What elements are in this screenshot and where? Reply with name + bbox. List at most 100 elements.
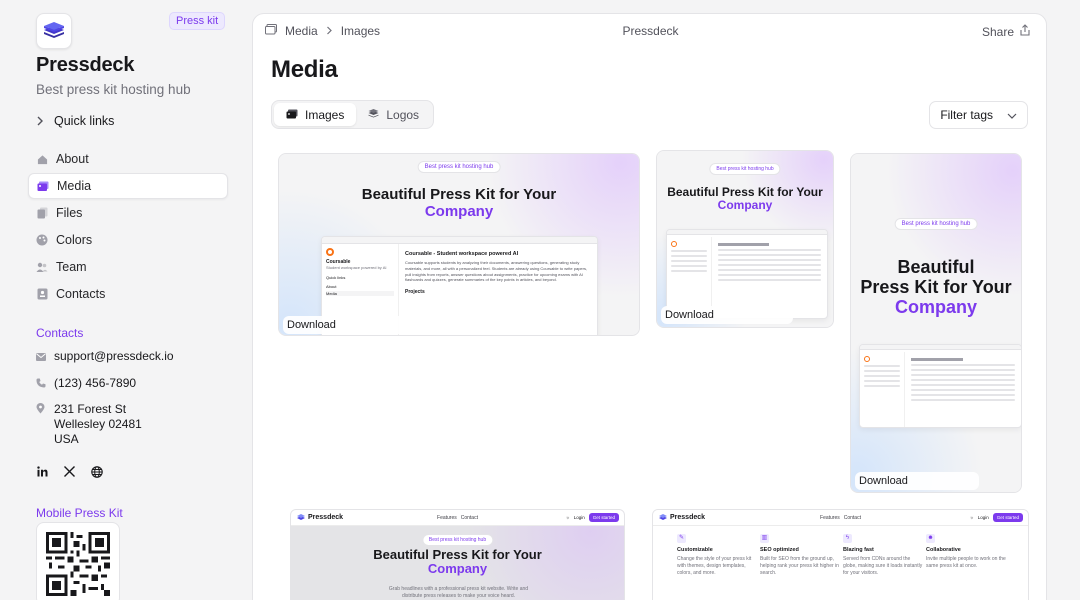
- contacts-heading: Contacts: [36, 326, 84, 340]
- feature-collaborative: ☻ Collaborative Invite multiple people t…: [926, 534, 1008, 570]
- main-panel: Media Images Pressdeck Share Media Image…: [252, 13, 1047, 600]
- feature-title: Collaborative: [926, 547, 961, 553]
- phone-icon: [36, 377, 46, 389]
- sidebar-item-colors[interactable]: Colors: [28, 227, 228, 253]
- media-image-card[interactable]: Pressdeck Features Contact ☼ Login Get s…: [290, 509, 625, 600]
- quick-links-toggle[interactable]: Quick links: [36, 114, 114, 128]
- sidebar-item-label: Team: [56, 260, 87, 274]
- tab-images[interactable]: Images: [274, 103, 357, 126]
- sidebar-item-media[interactable]: Media: [28, 173, 228, 199]
- mock-title-line: [717, 243, 770, 246]
- qr-code: [36, 522, 120, 600]
- mock-line: [864, 385, 901, 387]
- chart-icon: ▥: [760, 534, 769, 543]
- hero-pill: Best press kit hosting hub: [421, 534, 494, 546]
- brand-name: Pressdeck: [36, 54, 135, 76]
- share-button[interactable]: Share: [982, 24, 1030, 39]
- mock-quick-links: Quick links: [326, 275, 346, 281]
- contact-phone[interactable]: (123) 456-7890: [36, 376, 136, 391]
- top-bar: Media Images Pressdeck Share: [253, 14, 1046, 48]
- mock-line: [911, 374, 1015, 376]
- site-nav-actions: ☼ Login Get started: [566, 513, 619, 522]
- site-nav: Pressdeck Features Contact ☼ Login Get s…: [291, 510, 624, 526]
- linkedin-icon[interactable]: [36, 465, 49, 478]
- sidebar-item-label: Media: [57, 179, 92, 193]
- download-button[interactable]: Download: [283, 316, 409, 334]
- hero-headline-text: Beautiful Press Kit for Your: [373, 547, 542, 562]
- media-image-card[interactable]: Best press kit hosting hub Beautiful Pre…: [278, 153, 640, 336]
- mock-nav-media: Media: [326, 291, 394, 297]
- map-pin-icon: [36, 403, 46, 415]
- sidebar-item-about[interactable]: About: [28, 146, 228, 172]
- mock-line: [717, 279, 821, 281]
- page-title: Media: [271, 56, 338, 83]
- filter-tags-label: Filter tags: [940, 108, 993, 122]
- stack-logo-icon: [659, 513, 667, 520]
- layers-icon: [368, 108, 379, 122]
- press-kit-badge: Press kit: [169, 12, 226, 30]
- contact-email[interactable]: support@pressdeck.io: [36, 349, 174, 364]
- mock-projects: Projects: [405, 289, 425, 296]
- media-image-card[interactable]: Best press kit hosting hub Beautiful Pre…: [850, 153, 1022, 493]
- sidebar-item-files[interactable]: Files: [28, 200, 228, 226]
- mock-line: [671, 255, 707, 257]
- images-icon: [286, 108, 298, 122]
- mock-logo-icon: [671, 241, 677, 247]
- mock-line: [864, 370, 901, 372]
- mock-line: [911, 389, 1015, 391]
- site-links: Features Contact: [437, 515, 478, 521]
- download-button[interactable]: Download: [855, 472, 979, 490]
- site-login: Login: [977, 515, 989, 520]
- hero-headline-accent: Company: [894, 296, 977, 317]
- site-brand-text: Pressdeck: [670, 514, 706, 521]
- tab-label: Logos: [386, 107, 420, 122]
- top-bar-title: Pressdeck: [622, 24, 679, 38]
- feature-desc: Served from CDNs around the globe, makin…: [843, 556, 923, 576]
- mock-line: [717, 264, 821, 266]
- sidebar: Press kit Pressdeck Best press kit hosti…: [0, 0, 240, 600]
- stack-logo-icon: [44, 22, 64, 38]
- address-line: 231 Forest St: [54, 402, 127, 416]
- bolt-icon: ϟ: [843, 534, 852, 543]
- filter-tags-select[interactable]: Filter tags: [929, 101, 1028, 129]
- address-line: Wellesley 02481: [54, 417, 142, 431]
- site-cta: Get started: [992, 513, 1023, 522]
- sidebar-item-team[interactable]: Team: [28, 254, 228, 280]
- media-image-card[interactable]: Best press kit hosting hub Beautiful Pre…: [656, 150, 834, 328]
- site-brand-text: Pressdeck: [308, 514, 344, 521]
- palette-icon: [36, 234, 48, 246]
- social-links: [36, 465, 103, 478]
- brand-tagline: Best press kit hosting hub: [36, 82, 191, 97]
- tab-label: Images: [305, 107, 345, 122]
- images-icon: [37, 180, 49, 192]
- mock-logo-icon: [326, 248, 334, 256]
- tab-logos[interactable]: Logos: [356, 103, 431, 126]
- mock-line: [911, 399, 1015, 401]
- mock-line: [864, 380, 901, 382]
- site-brand: Pressdeck: [297, 513, 344, 522]
- hero-headline-text: Press Kit for Your: [860, 276, 1012, 297]
- app-screenshot-mock: [859, 344, 1021, 428]
- feature-title: SEO optimized: [760, 547, 799, 553]
- x-icon[interactable]: [63, 465, 76, 478]
- site-links: Features Contact: [820, 515, 861, 521]
- hero-headline: Beautiful Press Kit for Your Company: [657, 185, 833, 212]
- globe-icon[interactable]: [90, 465, 103, 478]
- mock-content: Coursable - Student workspace powered AI…: [399, 244, 597, 335]
- mock-line: [717, 254, 821, 256]
- mock-line: [671, 270, 707, 272]
- mock-sidebar: [860, 352, 906, 427]
- sidebar-item-contacts[interactable]: Contacts: [28, 281, 228, 307]
- feature-customizable: ✎ Customizable Change the style of your …: [677, 534, 759, 577]
- download-button[interactable]: Download: [661, 306, 793, 324]
- mock-content: [905, 352, 1021, 427]
- users-icon: [36, 261, 48, 273]
- home-icon: [36, 153, 48, 165]
- app-logo[interactable]: [36, 13, 72, 49]
- mock-line: [671, 265, 707, 267]
- media-image-card[interactable]: Pressdeck Features Contact ☼ Login Get s…: [652, 509, 1029, 600]
- email-text: support@pressdeck.io: [54, 349, 174, 363]
- hero-pill: Best press kit hosting hub: [417, 161, 501, 173]
- feature-title: Blazing fast: [843, 547, 874, 553]
- share-icon: [1020, 24, 1030, 39]
